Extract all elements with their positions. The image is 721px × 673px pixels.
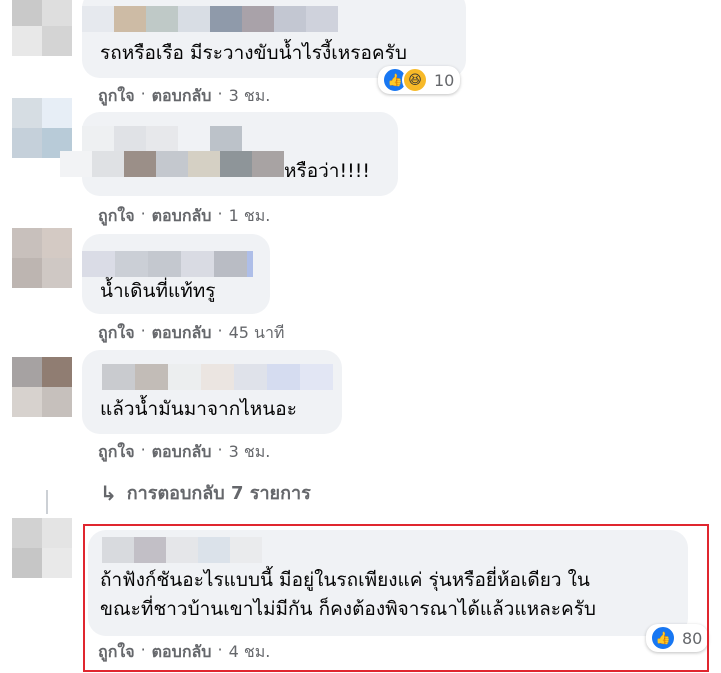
reaction-summary[interactable]: 👍 😆 10 (378, 66, 461, 94)
reply-button[interactable]: ตอบกลับ (152, 321, 212, 346)
comment-text: แล้วน้ำมันมาจากไหนอะ (100, 398, 297, 420)
comment-text: รถหรือเรือ มีระวางขับน้ำไรงี้เหรอครับ (100, 42, 407, 64)
comment-actions: ถูกใจ · ตอบกลับ · 1 ชม. (98, 204, 270, 229)
like-button[interactable]: ถูกใจ (98, 440, 135, 465)
highlight-box (83, 524, 709, 672)
avatar[interactable] (12, 357, 72, 417)
avatar[interactable] (12, 228, 72, 288)
timestamp[interactable]: 3 ชม. (229, 84, 271, 109)
like-button[interactable]: ถูกใจ (98, 204, 135, 229)
timestamp[interactable]: 3 ชม. (229, 440, 271, 465)
commenter-name-blurred[interactable] (82, 126, 242, 152)
commenter-name-blurred[interactable] (82, 6, 338, 32)
comment-actions: ถูกใจ · ตอบกลับ · 45 นาที (98, 321, 284, 346)
like-button[interactable]: ถูกใจ (98, 84, 135, 109)
commenter-name-blurred[interactable] (102, 364, 333, 390)
reply-button[interactable]: ตอบกลับ (152, 440, 212, 465)
reaction-count: 10 (434, 70, 455, 90)
avatar[interactable] (12, 0, 72, 56)
haha-emoji-icon: 😆 (402, 67, 428, 93)
thread-line (46, 490, 48, 514)
reply-button[interactable]: ตอบกลับ (152, 84, 212, 109)
comment-actions: ถูกใจ · ตอบกลับ · 3 ชม. (98, 440, 270, 465)
comment-text: หรือว่า!!!! (284, 160, 370, 182)
timestamp[interactable]: 45 นาที (229, 321, 285, 346)
commenter-name-blurred[interactable] (82, 251, 253, 277)
reply-button[interactable]: ตอบกลับ (152, 204, 212, 229)
avatar[interactable] (12, 518, 72, 578)
view-replies-label: การตอบกลับ 7 รายการ (126, 483, 311, 504)
like-button[interactable]: ถูกใจ (98, 321, 135, 346)
comment-actions: ถูกใจ · ตอบกลับ · 3 ชม. (98, 84, 270, 109)
commenter-tag-blurred (60, 151, 284, 177)
reply-arrow-icon: ↳ (100, 480, 117, 505)
timestamp[interactable]: 1 ชม. (229, 204, 271, 229)
comment-text: น้ำเดินที่แท้ทรู (100, 280, 216, 302)
view-replies-button[interactable]: ↳ การตอบกลับ 7 รายการ (100, 478, 311, 507)
avatar[interactable] (12, 98, 72, 158)
